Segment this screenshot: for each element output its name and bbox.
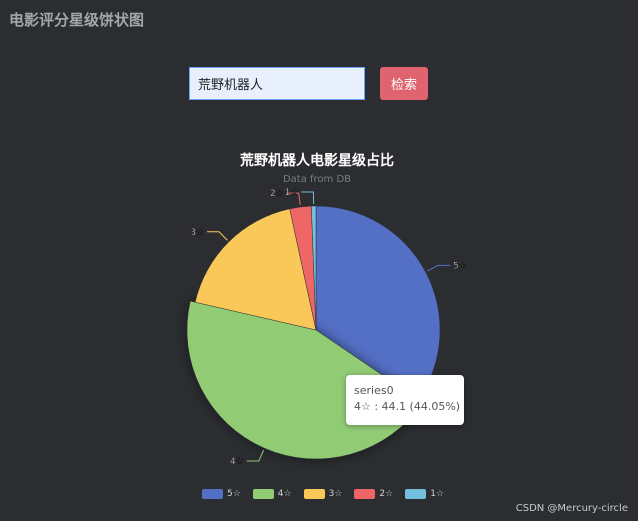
- legend-swatch: [303, 489, 325, 499]
- legend-swatch: [252, 489, 274, 499]
- slice-label: 1☆: [285, 188, 299, 198]
- legend-item-4-star[interactable]: 4☆: [252, 489, 292, 499]
- legend-swatch: [354, 489, 376, 499]
- slice-label: 2☆: [270, 189, 284, 199]
- slice-label: 3☆: [190, 228, 204, 238]
- legend-item-5-star[interactable]: 5☆: [202, 489, 241, 499]
- watermark: CSDN @Mercury-circle: [515, 503, 628, 514]
- pie-chart: 5☆ 4☆ 3☆ 2☆ 1☆: [186, 188, 467, 467]
- slice-label: 5☆: [453, 261, 467, 271]
- tooltip-series: series0: [354, 384, 394, 397]
- label-leader-line: [246, 449, 265, 462]
- legend-label: 3☆: [328, 489, 343, 499]
- label-leader-line: [301, 191, 315, 205]
- chart-tooltip: series0 4☆ : 44.1 (44.05%): [346, 375, 464, 425]
- legend-swatch: [202, 489, 223, 499]
- legend-label: 1☆: [430, 489, 444, 499]
- legend-label: 4☆: [277, 489, 292, 499]
- legend-label: 5☆: [227, 489, 241, 499]
- legend-swatch: [405, 489, 427, 499]
- legend-item-2-star[interactable]: 2☆: [354, 489, 393, 499]
- chart-legend: 5☆ 4☆ 3☆ 2☆ 1☆: [202, 489, 444, 499]
- legend-item-1-star[interactable]: 1☆: [405, 489, 444, 499]
- legend-item-3-star[interactable]: 3☆: [303, 489, 343, 499]
- tooltip-value: 4☆ : 44.1 (44.05%): [354, 400, 461, 413]
- label-leader-line: [207, 231, 228, 241]
- legend-label: 2☆: [379, 489, 394, 499]
- label-leader-line: [427, 264, 450, 272]
- slice-label: 4☆: [230, 457, 244, 467]
